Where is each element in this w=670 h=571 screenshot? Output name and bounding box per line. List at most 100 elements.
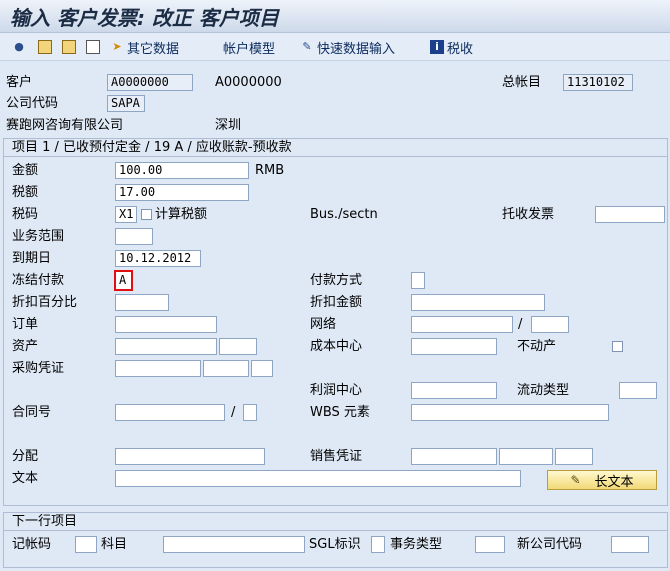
- cost-center-label: 成本中心: [310, 339, 363, 354]
- sales-schedule-field[interactable]: [555, 448, 593, 465]
- asset-label: 资产: [12, 339, 39, 354]
- company-city: 深圳: [215, 118, 242, 133]
- tax-amount-field[interactable]: 17.00: [115, 184, 249, 201]
- account-field[interactable]: [163, 536, 305, 553]
- flow-type-label: 流动类型: [517, 383, 570, 398]
- sales-doc-label: 销售凭证: [310, 449, 363, 464]
- contract-type-field[interactable]: [243, 404, 257, 421]
- display-doc-button[interactable]: [38, 38, 52, 56]
- calc-tax-label: 计算税额: [155, 207, 208, 222]
- amount-field[interactable]: 100.00: [115, 162, 249, 179]
- pencil-icon: ✎: [570, 473, 581, 487]
- next-item-heading: 下一行项目: [12, 514, 78, 529]
- asset-field[interactable]: [115, 338, 217, 355]
- account-model-label: 帐户模型: [223, 41, 276, 57]
- fast-entry-label: 快速数据输入: [317, 41, 396, 57]
- account-model-button[interactable]: 帐户模型: [223, 38, 276, 57]
- tax-label: 税收: [447, 41, 474, 57]
- purchasing-doc-label: 采购凭证: [12, 361, 65, 376]
- order-field[interactable]: [115, 316, 217, 333]
- person-icon: ●: [14, 40, 24, 53]
- new-company-code-field[interactable]: [611, 536, 649, 553]
- text-label: 文本: [12, 471, 39, 486]
- asset-subnumber-field[interactable]: [219, 338, 257, 355]
- edit-icon: ✎: [302, 40, 312, 53]
- flow-type-field[interactable]: [619, 382, 657, 399]
- network-field[interactable]: [411, 316, 513, 333]
- collection-invoice-field[interactable]: [595, 206, 665, 223]
- copy-icon: [86, 40, 100, 54]
- business-area-label: 业务范围: [12, 229, 65, 244]
- currency-label: RMB: [255, 163, 285, 178]
- assignment-field[interactable]: [115, 448, 265, 465]
- long-text-label: 长文本: [594, 474, 634, 490]
- order-label: 订单: [12, 317, 39, 332]
- account-label: 科目: [101, 537, 128, 552]
- arrow-right-icon: ➤: [112, 40, 122, 53]
- posting-key-label: 记帐码: [12, 537, 52, 552]
- bus-sectn-label: Bus./sectn: [310, 207, 378, 222]
- posting-key-field[interactable]: [75, 536, 97, 553]
- header-data-button[interactable]: ●: [12, 38, 26, 56]
- tax-code-field[interactable]: X1: [115, 206, 137, 223]
- tax-button[interactable]: i 税收: [430, 38, 474, 57]
- tax-code-label: 税码: [12, 207, 39, 222]
- payment-method-field[interactable]: [411, 272, 425, 289]
- collection-invoice-label: 托收发票: [502, 207, 555, 222]
- payment-method-label: 付款方式: [310, 273, 363, 288]
- sgl-label: SGL标识: [309, 537, 361, 552]
- customer-label: 客户: [6, 75, 33, 90]
- simulate-button[interactable]: [62, 38, 76, 56]
- fast-entry-button[interactable]: ✎ 快速数据输入: [300, 38, 396, 57]
- purchasing-item-field[interactable]: [203, 360, 249, 377]
- company-code-label: 公司代码: [6, 96, 59, 111]
- trans-type-field[interactable]: [475, 536, 505, 553]
- calc-tax-checkbox[interactable]: [141, 209, 152, 220]
- due-date-field[interactable]: 10.12.2012: [115, 250, 201, 267]
- network-activity-field[interactable]: [531, 316, 569, 333]
- profit-center-label: 利润中心: [310, 383, 363, 398]
- contract-field[interactable]: [115, 404, 225, 421]
- cost-center-field[interactable]: [411, 338, 497, 355]
- other-data-button[interactable]: ➤ 其它数据: [110, 38, 180, 57]
- discount-amount-label: 折扣金额: [310, 295, 363, 310]
- sales-item-field[interactable]: [499, 448, 553, 465]
- assignment-label: 分配: [12, 449, 39, 464]
- document-icon: [38, 40, 52, 54]
- gl-account-label: 总帐目: [502, 75, 542, 90]
- text-field[interactable]: [115, 470, 521, 487]
- network-label: 网络: [310, 317, 337, 332]
- sgl-field[interactable]: [371, 536, 385, 553]
- copy-button[interactable]: [86, 38, 100, 56]
- network-slash: /: [518, 317, 523, 332]
- tax-amount-label: 税额: [12, 185, 39, 200]
- long-text-button[interactable]: ✎ 长文本: [547, 470, 657, 490]
- customer-field[interactable]: A0000000: [107, 74, 193, 91]
- purchasing-sub-field[interactable]: [251, 360, 273, 377]
- info-icon: i: [430, 40, 444, 54]
- contract-label: 合同号: [12, 405, 52, 420]
- trans-type-label: 事务类型: [390, 537, 443, 552]
- due-date-label: 到期日: [12, 251, 52, 266]
- other-data-label: 其它数据: [127, 41, 180, 57]
- profit-center-field[interactable]: [411, 382, 497, 399]
- discount-pct-field[interactable]: [115, 294, 169, 311]
- amount-label: 金额: [12, 163, 39, 178]
- business-area-field[interactable]: [115, 228, 153, 245]
- contract-slash: /: [231, 405, 236, 420]
- wbs-field[interactable]: [411, 404, 609, 421]
- item-heading: 项目 1 / 已收预付定金 / 19 A / 应收账款-预收款: [12, 140, 292, 155]
- item-divider: [4, 156, 667, 157]
- purchasing-doc-field[interactable]: [115, 360, 201, 377]
- window-title: 输入 客户发票: 改正 客户项目: [10, 6, 279, 30]
- gl-account-field[interactable]: 11310102: [563, 74, 633, 91]
- wbs-label: WBS 元素: [310, 405, 370, 420]
- next-item-divider: [4, 530, 667, 531]
- discount-amount-field[interactable]: [411, 294, 545, 311]
- company-name: 赛跑网咨询有限公司: [6, 118, 124, 133]
- company-code-field[interactable]: SAPA: [107, 95, 145, 112]
- sales-doc-field[interactable]: [411, 448, 497, 465]
- real-estate-checkbox[interactable]: [612, 341, 623, 352]
- payment-block-field[interactable]: A: [114, 270, 133, 291]
- customer-name: A0000000: [215, 75, 282, 90]
